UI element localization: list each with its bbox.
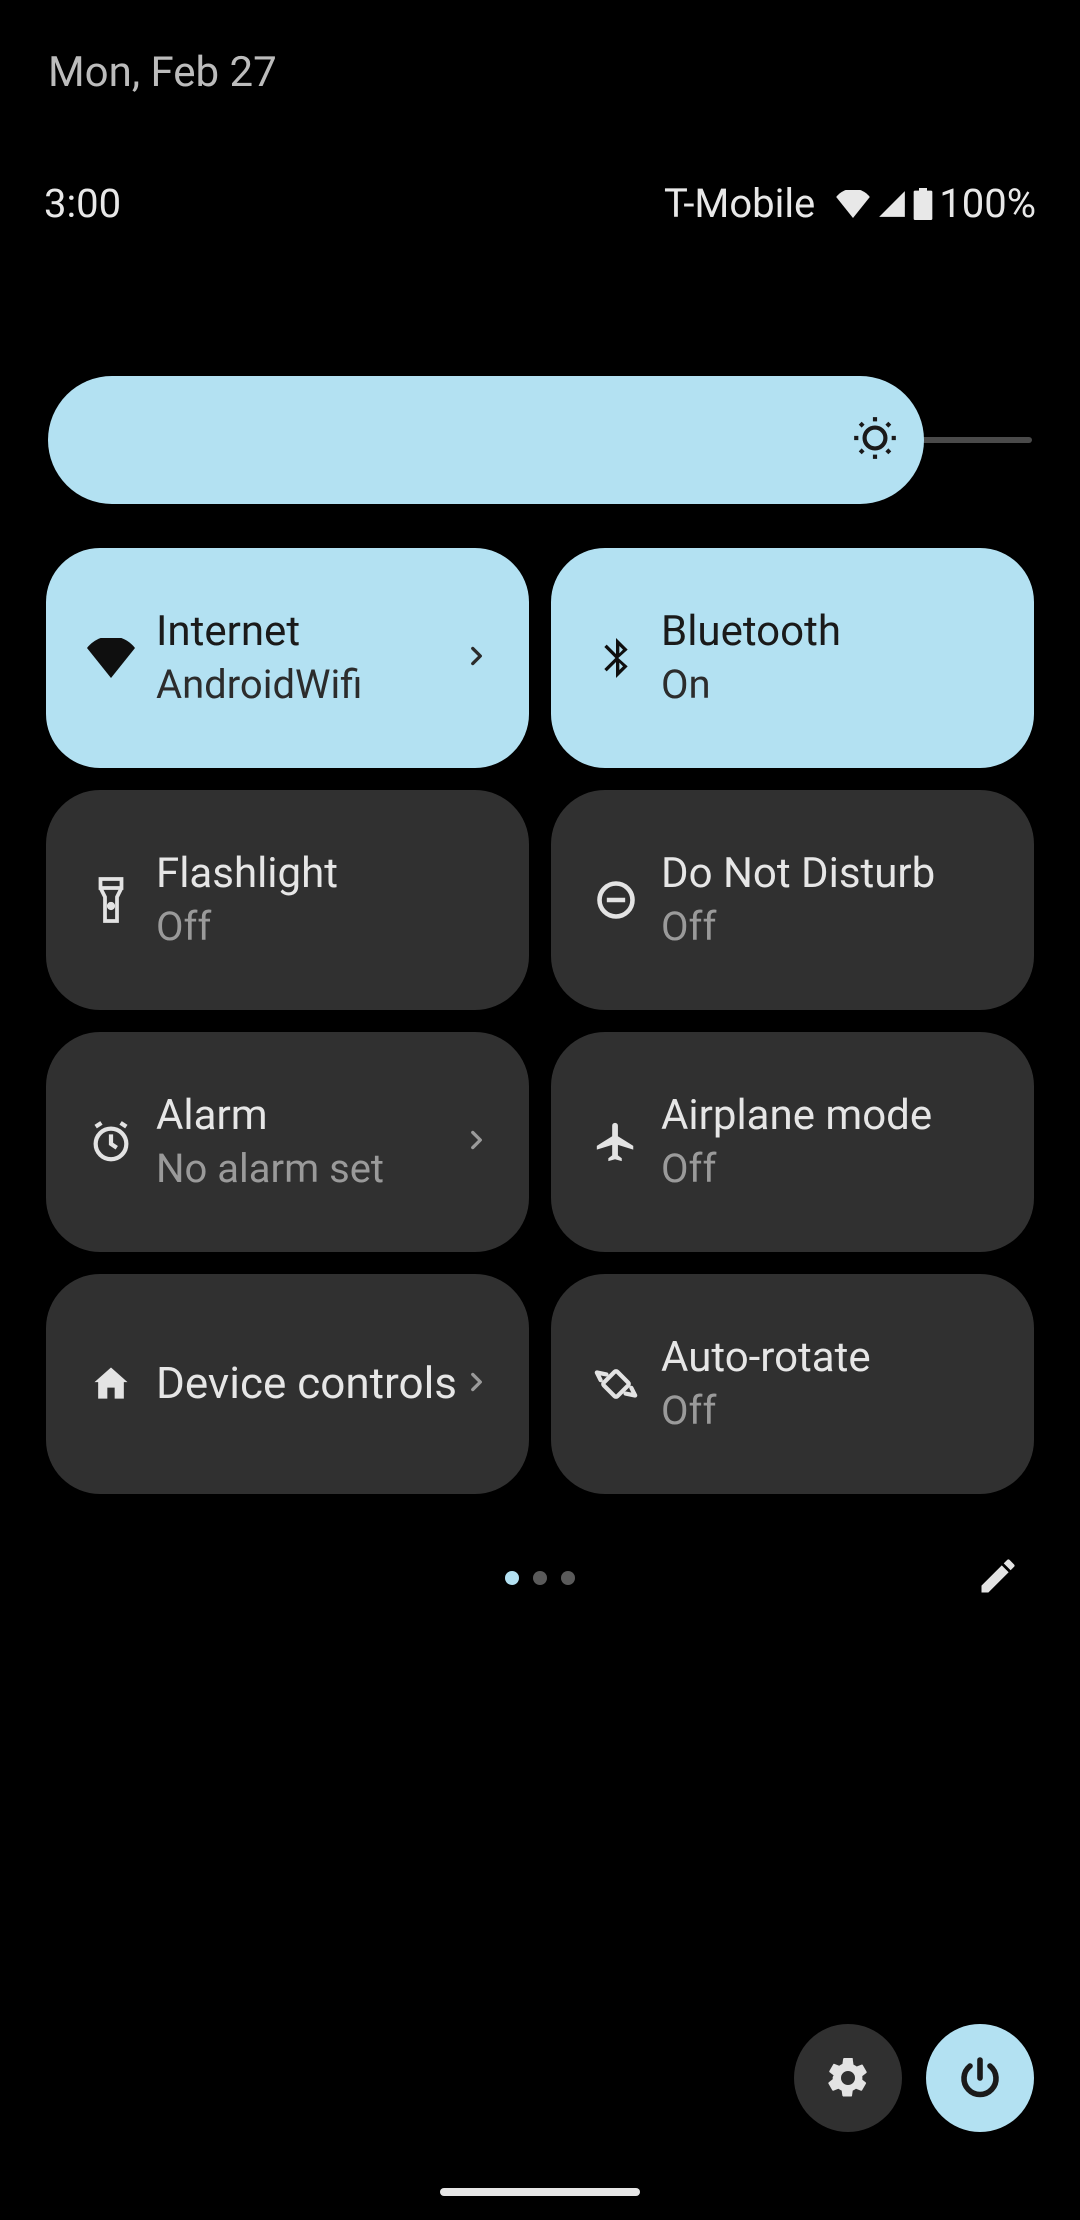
settings-button[interactable] xyxy=(794,2024,902,2132)
wifi-icon xyxy=(76,638,146,678)
power-button[interactable] xyxy=(926,2024,1034,2132)
page-dots xyxy=(505,1571,575,1585)
brightness-icon xyxy=(850,413,900,467)
status-time: 3:00 xyxy=(44,180,121,227)
chevron-right-icon xyxy=(463,1127,489,1157)
tile-title: Flashlight xyxy=(156,847,489,902)
chevron-right-icon xyxy=(463,643,489,673)
battery-icon xyxy=(913,188,933,220)
bottom-buttons xyxy=(794,2024,1034,2132)
date-header: Mon, Feb 27 xyxy=(48,48,277,97)
bluetooth-icon xyxy=(581,634,651,682)
tile-subtitle: AndroidWifi xyxy=(156,659,457,711)
chevron-right-icon xyxy=(463,1369,489,1399)
tile-subtitle: Off xyxy=(661,1385,994,1437)
edit-button[interactable] xyxy=(976,1554,1020,1602)
home-icon xyxy=(76,1362,146,1406)
flashlight-icon xyxy=(76,876,146,924)
page-dot xyxy=(533,1571,547,1585)
brightness-slider[interactable] xyxy=(48,376,1032,504)
autorotate-icon xyxy=(581,1361,651,1407)
tile-subtitle: Off xyxy=(661,1143,994,1195)
tile-subtitle: On xyxy=(661,659,994,711)
tile-airplane[interactable]: Airplane mode Off xyxy=(551,1032,1034,1252)
tile-subtitle: Off xyxy=(156,901,489,953)
dnd-icon xyxy=(581,878,651,922)
tile-title: Do Not Disturb xyxy=(661,847,994,902)
tile-subtitle: Off xyxy=(661,901,994,953)
airplane-icon xyxy=(581,1119,651,1165)
home-indicator[interactable] xyxy=(440,2188,640,2196)
wifi-icon xyxy=(835,190,871,218)
status-row: 3:00 T-Mobile 100% xyxy=(44,180,1036,227)
tile-title: Bluetooth xyxy=(661,605,994,660)
tile-internet[interactable]: Internet AndroidWifi xyxy=(46,548,529,768)
tile-title: Airplane mode xyxy=(661,1089,994,1144)
tile-alarm[interactable]: Alarm No alarm set xyxy=(46,1032,529,1252)
tile-title: Internet xyxy=(156,605,457,660)
alarm-icon xyxy=(76,1119,146,1165)
carrier-label: T-Mobile xyxy=(664,180,815,227)
pager-row xyxy=(0,1548,1080,1608)
tile-dnd[interactable]: Do Not Disturb Off xyxy=(551,790,1034,1010)
tile-autorotate[interactable]: Auto-rotate Off xyxy=(551,1274,1034,1494)
tile-title: Auto-rotate xyxy=(661,1331,994,1386)
qs-tiles: Internet AndroidWifi Bluetooth On Flashl… xyxy=(46,548,1034,1494)
tile-subtitle: No alarm set xyxy=(156,1143,457,1195)
status-right: T-Mobile 100% xyxy=(664,180,1036,227)
page-dot xyxy=(505,1571,519,1585)
tile-title: Alarm xyxy=(156,1089,457,1144)
signal-icon xyxy=(877,190,907,218)
page-dot xyxy=(561,1571,575,1585)
tile-title: Device controls xyxy=(156,1355,457,1412)
tile-flashlight[interactable]: Flashlight Off xyxy=(46,790,529,1010)
tile-bluetooth[interactable]: Bluetooth On xyxy=(551,548,1034,768)
battery-percent: 100% xyxy=(939,180,1036,227)
tile-device-controls[interactable]: Device controls xyxy=(46,1274,529,1494)
brightness-fill xyxy=(48,376,924,504)
